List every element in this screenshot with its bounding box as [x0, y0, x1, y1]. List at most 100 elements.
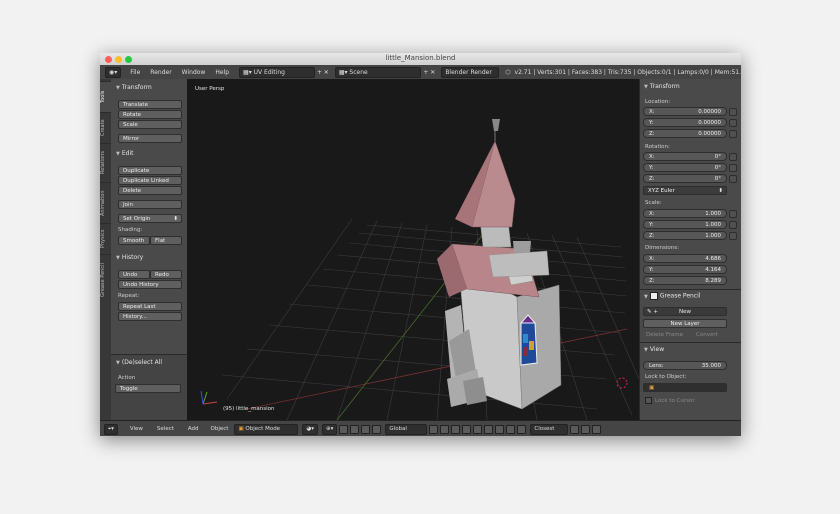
transform-orientation-select[interactable]: Global [385, 423, 428, 435]
tab-tools[interactable]: Tools [100, 81, 111, 112]
layer-1-icon[interactable] [429, 424, 439, 434]
rotation-y-field[interactable]: Y: 0° [643, 163, 727, 172]
layer-5-icon[interactable] [473, 424, 483, 434]
history-button[interactable]: History... [118, 312, 182, 321]
interaction-mode-select[interactable]: ▣ Object Mode [234, 423, 299, 435]
action-select[interactable]: Toggle [115, 384, 181, 393]
lock-scale-y-icon[interactable] [729, 221, 737, 229]
scale-button[interactable]: Scale [118, 120, 182, 129]
opengl-anim-icon[interactable] [592, 424, 602, 434]
rotate-manipulator-icon[interactable] [361, 424, 371, 434]
location-z-field[interactable]: Z: 0.00000 [643, 129, 727, 138]
menu-select[interactable]: Select [157, 426, 174, 432]
grease-pencil-checkbox[interactable] [649, 292, 658, 300]
lens-field[interactable]: Lens: 35.000 [643, 361, 727, 370]
tab-relations[interactable]: Relations [100, 143, 111, 182]
join-button[interactable]: Join [118, 200, 182, 209]
duplicate-linked-button[interactable]: Duplicate Linked [118, 176, 182, 185]
menu-help[interactable]: Help [215, 69, 229, 76]
menu-view[interactable]: View [130, 426, 143, 432]
render-only-icon[interactable] [570, 424, 580, 434]
snap-element-icon[interactable] [517, 424, 527, 434]
scale-y-field[interactable]: Y: 1.000 [643, 220, 727, 229]
editor-type-3d-icon[interactable]: ⌖▾ [104, 423, 118, 435]
repeat-last-button[interactable]: Repeat Last [118, 302, 182, 311]
scene-select[interactable]: ▦▾ Scene [334, 66, 422, 78]
lock-object-field[interactable]: ▣ [643, 383, 727, 392]
3d-viewport[interactable]: User Persp (95) little_mansion [187, 79, 639, 420]
snap-target-select[interactable]: Closest [530, 423, 569, 435]
rotate-button[interactable]: Rotate [118, 110, 182, 119]
lock-location-y-icon[interactable] [729, 119, 737, 127]
tab-physics[interactable]: Physics [100, 223, 111, 254]
menu-window[interactable]: Window [182, 69, 206, 76]
redo-button[interactable]: Redo [150, 270, 182, 279]
mirror-button[interactable]: Mirror [118, 134, 182, 143]
layer-3-icon[interactable] [451, 424, 461, 434]
rotation-z-field[interactable]: Z: 0° [643, 174, 727, 183]
lock-location-x-icon[interactable] [729, 108, 737, 116]
lock-rotation-y-icon[interactable] [729, 164, 737, 172]
menu-file[interactable]: File [130, 69, 140, 76]
grease-pencil-header[interactable]: ▼ Grease Pencil [644, 292, 714, 300]
lock-to-cursor-checkbox[interactable]: Lock to Cursor [645, 397, 695, 404]
lock-rotation-x-icon[interactable] [729, 153, 737, 161]
lock-scale-z-icon[interactable] [729, 232, 737, 240]
menu-object[interactable]: Object [211, 426, 229, 432]
dimension-z-field[interactable]: Z: 8.289 [643, 276, 727, 285]
view-panel-header[interactable]: ▼ View [644, 346, 714, 353]
props-transform-header[interactable]: ▼ Transform [644, 83, 714, 90]
grease-delete-frame-button[interactable]: Delete Frame [646, 332, 683, 338]
lock-rotation-z-icon[interactable] [729, 175, 737, 183]
tab-animation[interactable]: Animation [100, 182, 111, 223]
undo-history-button[interactable]: Undo History [118, 280, 182, 289]
lock-scale-x-icon[interactable] [729, 210, 737, 218]
snap-toggle-icon[interactable] [506, 424, 516, 434]
lock-location-z-icon[interactable] [729, 130, 737, 138]
rotation-mode-select[interactable]: XYZ Euler ⬍ [643, 186, 727, 195]
scale-z-field[interactable]: Z: 1.000 [643, 231, 727, 240]
location-y-field[interactable]: Y: 0.00000 [643, 118, 727, 127]
flat-button[interactable]: Flat [150, 236, 182, 245]
scale-x-field[interactable]: X: 1.000 [643, 209, 727, 218]
undo-button[interactable]: Undo [118, 270, 150, 279]
layer-2-icon[interactable] [440, 424, 450, 434]
manipulator-toggle-icon[interactable] [339, 424, 349, 434]
editor-type-icon[interactable]: ◉▾ [105, 66, 122, 78]
edit-panel-header[interactable]: ▼ Edit [116, 150, 186, 157]
grease-new-layer-button[interactable]: New Layer [643, 319, 727, 328]
proportional-edit-icon[interactable] [495, 424, 505, 434]
translate-button[interactable]: Translate [118, 100, 182, 109]
add-screen-icon[interactable]: + ✕ [317, 69, 329, 76]
add-scene-icon[interactable]: + ✕ [423, 69, 435, 76]
tab-create[interactable]: Create [100, 112, 111, 143]
rotation-x-field[interactable]: X: 0° [643, 152, 727, 161]
grease-new-button[interactable]: ✎ + New [643, 307, 727, 316]
dimension-x-field[interactable]: X: 4.686 [643, 254, 727, 263]
tab-grease-pencil[interactable]: Grease Pencil [100, 254, 111, 305]
delete-button[interactable]: Delete [118, 186, 182, 195]
menu-add[interactable]: Add [188, 426, 199, 432]
screen-layout-select[interactable]: ▦▾ UV Editing [239, 66, 315, 78]
rotation-mode-label: XYZ Euler [648, 188, 675, 194]
smooth-button[interactable]: Smooth [118, 236, 150, 245]
history-panel-header[interactable]: ▼ History [116, 254, 186, 261]
viewport-shading-select[interactable]: ◕▾ [302, 423, 319, 435]
dimension-y-field[interactable]: Y: 4.164 [643, 265, 727, 274]
transform-panel-header[interactable]: ▼ Transform [116, 84, 186, 91]
render-engine-select[interactable]: Blender Render [441, 66, 500, 78]
opengl-render-icon[interactable] [581, 424, 591, 434]
translate-manipulator-icon[interactable] [350, 424, 360, 434]
3d-cursor-icon[interactable] [616, 377, 628, 389]
duplicate-button[interactable]: Duplicate [118, 166, 182, 175]
location-x-field[interactable]: X: 0.00000 [643, 107, 727, 116]
grease-convert-button[interactable]: Convert [696, 332, 718, 338]
menu-render[interactable]: Render [150, 69, 171, 76]
little-mansion-model[interactable] [437, 119, 562, 410]
layer-4-icon[interactable] [462, 424, 472, 434]
pivot-point-select[interactable]: ⊕▾ [322, 423, 338, 435]
scale-manipulator-icon[interactable] [372, 424, 382, 434]
layer-lock-icon[interactable] [484, 424, 494, 434]
set-origin-select[interactable]: Set Origin ⬍ [118, 214, 182, 223]
operator-panel-header[interactable]: ▼ (De)select All [116, 359, 186, 366]
